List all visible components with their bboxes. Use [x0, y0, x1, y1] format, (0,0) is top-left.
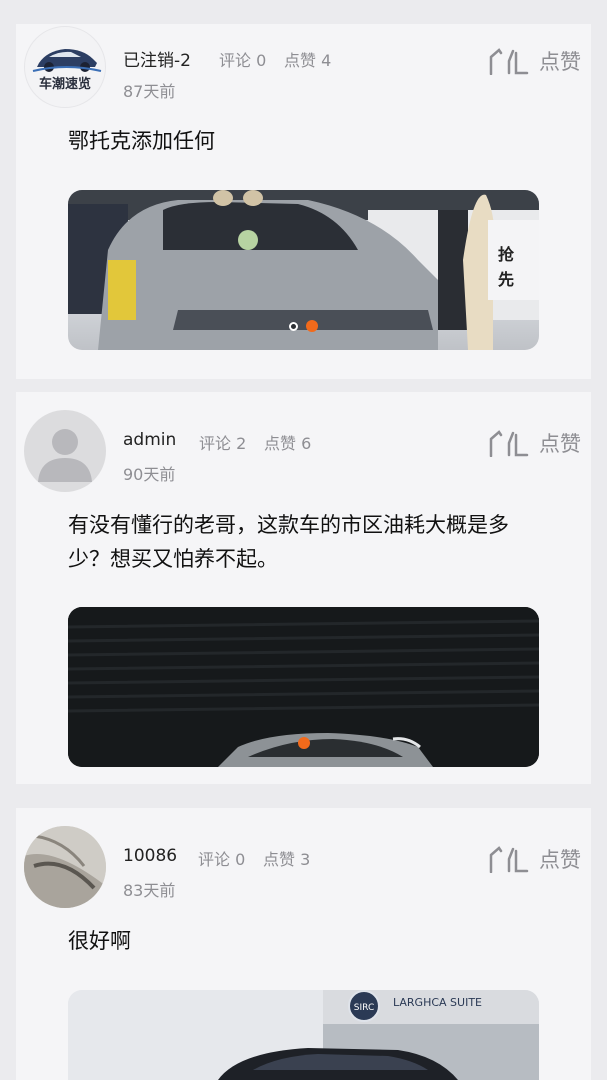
- like-button[interactable]: 点赞: [489, 844, 581, 874]
- post-image[interactable]: [68, 607, 539, 767]
- thumbs-up-icon: [489, 430, 529, 457]
- image-logo-text: SIRC: [354, 1003, 374, 1013]
- username[interactable]: 已注销-2: [123, 46, 191, 71]
- avatar[interactable]: 车潮速览: [24, 26, 106, 108]
- like-button-label: 点赞: [539, 50, 581, 74]
- thumbs-up-icon: [489, 48, 529, 75]
- image-sign-text: LARGHCA SUITE: [393, 996, 482, 1009]
- user-photo-icon: [24, 826, 106, 908]
- svg-text:先: 先: [498, 270, 514, 289]
- post-text: 鄂托克添加任何: [68, 129, 215, 153]
- post-text: 很好啊: [68, 929, 131, 953]
- like-button[interactable]: 点赞: [489, 46, 581, 76]
- avatar[interactable]: [24, 410, 106, 492]
- post-card[interactable]: admin 评论 2 点赞 6 90天前 点赞 有没有懂行的老哥，这款车的市区油…: [16, 392, 591, 784]
- pager-dot-active[interactable]: [297, 737, 310, 749]
- like-count: 点赞 4: [284, 51, 332, 70]
- post-card[interactable]: 10086 评论 0 点赞 3 83天前 点赞 很好啊 SIRC LARGHCA…: [16, 808, 591, 1080]
- default-user-icon: [38, 429, 92, 482]
- comment-count: 评论 0: [219, 51, 267, 70]
- username[interactable]: admin: [123, 430, 176, 450]
- like-count: 点赞 6: [264, 434, 312, 453]
- car-building-photo-icon: SIRC LARGHCA SUITE: [68, 990, 539, 1080]
- like-count: 点赞 3: [263, 850, 311, 869]
- pager-dot[interactable]: [289, 321, 298, 331]
- username[interactable]: 10086: [123, 846, 177, 866]
- like-button-label: 点赞: [539, 848, 581, 872]
- svg-text:抢: 抢: [498, 245, 515, 264]
- post-image[interactable]: SIRC LARGHCA SUITE: [68, 990, 539, 1080]
- image-pager: [68, 737, 539, 749]
- car-logo-icon: [32, 49, 102, 72]
- avatar[interactable]: [24, 826, 106, 908]
- post-time: 83天前: [123, 881, 176, 900]
- comment-count: 评论 2: [199, 434, 247, 453]
- post-time: 87天前: [123, 82, 176, 101]
- pager-dot-active[interactable]: [306, 320, 318, 332]
- post-time: 90天前: [123, 465, 176, 484]
- avatar-brand-label: 车潮速览: [38, 77, 91, 92]
- like-button[interactable]: 点赞: [489, 428, 581, 458]
- post-image[interactable]: 抢 先: [68, 190, 539, 350]
- image-pager: [68, 320, 539, 332]
- post-card[interactable]: 车潮速览 已注销-2 评论 0 点赞 4 87天前 点赞 鄂托克添加任何 抢 先: [16, 24, 591, 379]
- thumbs-up-icon: [489, 846, 529, 873]
- comment-count: 评论 0: [198, 850, 246, 869]
- like-button-label: 点赞: [539, 432, 581, 456]
- post-text: 有没有懂行的老哥，这款车的市区油耗大概是多少？想买又怕养不起。: [68, 513, 509, 571]
